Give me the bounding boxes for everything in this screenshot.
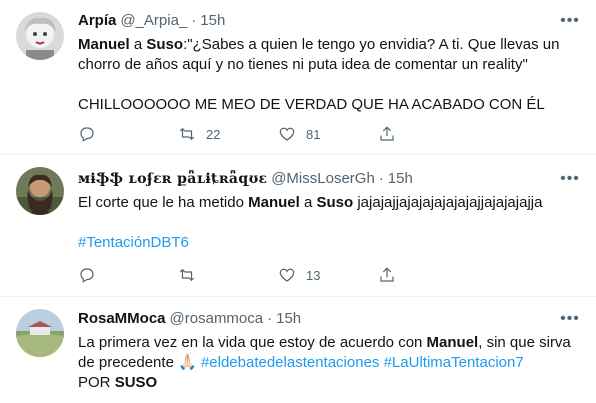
user-handle[interactable]: @_Arpia_ [120,11,187,31]
avatar[interactable] [16,167,64,215]
pray-emoji: 🙏🏻 [178,354,197,371]
action-bar: 13 [78,265,478,285]
retweet-button[interactable] [178,266,278,284]
like-button[interactable]: 81 [278,125,378,143]
retweet-icon [179,127,195,141]
user-handle[interactable]: @rosammoca [170,309,264,329]
heart-icon [279,268,295,282]
timestamp[interactable]: 15h [276,309,301,329]
like-count: 13 [306,267,321,283]
text-fragment: El corte que le ha metido [78,194,249,211]
tweet-text: El corte que le ha metido Manuel a Suso … [78,193,580,253]
tweet[interactable]: RosaMMoca @rosammoca · 15h La primera ve… [0,297,596,403]
text-fragment: POR [78,374,115,391]
heart-icon [279,127,295,141]
share-button[interactable] [378,266,478,284]
reply-button[interactable] [78,125,178,143]
text-line: CHILLOOOOOO ME MEO DE VERDAD QUE HA ACAB… [78,96,545,113]
separator-dot: · [378,170,384,187]
avatar[interactable] [16,12,64,60]
display-name[interactable]: RosaMMoca [78,309,166,329]
mention-manuel: Manuel [426,334,479,351]
hashtag-link[interactable]: #TentaciónDBT6 [78,234,189,251]
share-button[interactable] [378,125,478,143]
timestamp[interactable]: 15h [200,11,225,31]
retweet-icon [179,268,195,282]
separator-dot: · [267,310,273,327]
text-fragment: a [299,194,317,211]
like-count: 81 [306,126,321,142]
action-bar: 22 81 [78,124,478,144]
more-icon[interactable]: ••• [560,309,580,329]
more-icon[interactable]: ••• [560,11,580,31]
separator-dot: · [191,12,197,29]
display-name[interactable]: ᴍɨֆֆ ʟօʄɛʀ քǟʟɨȶʀǟզʊɛ [78,169,267,189]
retweet-count: 22 [206,126,221,142]
more-icon[interactable]: ••• [560,169,580,189]
mention-manuel: Manuel [248,194,300,211]
mention-suso: Suso [316,194,354,211]
reply-icon [80,127,94,142]
avatar[interactable] [16,309,64,357]
reply-button[interactable] [78,266,178,284]
mention-manuel: Manuel [78,36,130,53]
text-fragment: La primera vez en la vida que estoy de a… [78,334,427,351]
tweet-text: La primera vez en la vida que estoy de a… [78,333,580,393]
retweet-button[interactable]: 22 [178,125,278,143]
text-fragment: jajajajjajajajajajajajjajajajajja [353,194,543,211]
reply-icon [80,268,94,283]
share-icon [380,126,394,141]
mention-suso: SUSO [114,374,158,391]
tweet[interactable]: Arpía @_Arpia_ · 15h Manuel a Suso:"¿Sab… [0,0,596,155]
display-name[interactable]: Arpía [78,11,116,31]
share-icon [380,267,394,282]
hashtag-link[interactable]: #LaUltimaTentacion7 [384,354,524,371]
mention-suso: Suso [146,36,184,53]
tweet[interactable]: ᴍɨֆֆ ʟօʄɛʀ քǟʟɨȶʀǟզʊɛ @MissLoserGh · 15h… [0,155,596,297]
user-handle[interactable]: @MissLoserGh [271,169,375,189]
like-button[interactable]: 13 [278,266,378,284]
hashtag-link[interactable]: #eldebatedelastentaciones [201,354,379,371]
tweet-text: Manuel a Suso:"¿Sabes a quien le tengo y… [78,35,580,115]
timestamp[interactable]: 15h [388,169,413,189]
text-fragment: a [129,36,147,53]
